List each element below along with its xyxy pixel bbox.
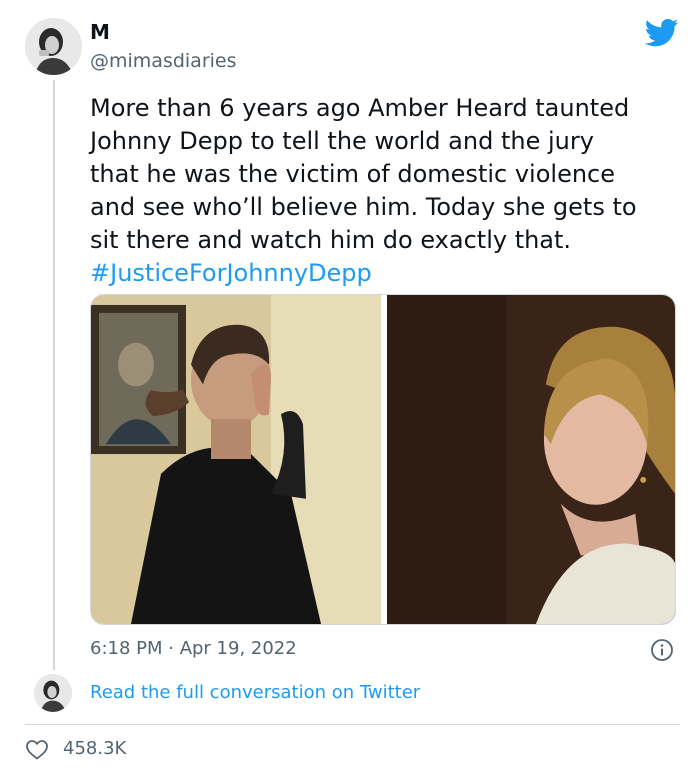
tweet-media xyxy=(90,294,676,625)
author-name[interactable]: M xyxy=(90,20,110,44)
tweet-text-line: More than 6 years ago Amber Heard taunte… xyxy=(90,94,630,122)
tweet-timestamp[interactable]: 6:18 PM · Apr 19, 2022 xyxy=(90,638,297,659)
avatar-photo xyxy=(34,674,72,712)
reader-avatar[interactable] xyxy=(34,674,72,712)
thread-line xyxy=(53,80,55,670)
like-count[interactable]: 458.3K xyxy=(63,738,126,759)
avatar-photo xyxy=(25,18,82,75)
heart-icon[interactable] xyxy=(25,738,49,760)
twitter-bird-icon[interactable] xyxy=(644,18,679,48)
author-handle[interactable]: @mimasdiaries xyxy=(90,50,237,72)
tweet-text-line: and see who’ll believe him. Today she ge… xyxy=(90,193,637,221)
tweet-text-line: that he was the victim of domestic viole… xyxy=(90,160,615,188)
tweet-text: More than 6 years ago Amber Heard taunte… xyxy=(90,92,680,290)
media-photo-right[interactable] xyxy=(387,295,675,624)
divider xyxy=(25,724,680,725)
author-avatar[interactable] xyxy=(25,18,82,75)
media-photo-left[interactable] xyxy=(91,295,381,624)
hashtag-link[interactable]: #JusticeForJohnnyDepp xyxy=(90,257,680,290)
info-icon[interactable] xyxy=(650,638,674,662)
tweet-text-line: Johnny Depp to tell the world and the ju… xyxy=(90,127,594,155)
tweet-text-line: sit there and watch him do exactly that. xyxy=(90,226,572,254)
read-conversation-link[interactable]: Read the full conversation on Twitter xyxy=(90,682,420,703)
